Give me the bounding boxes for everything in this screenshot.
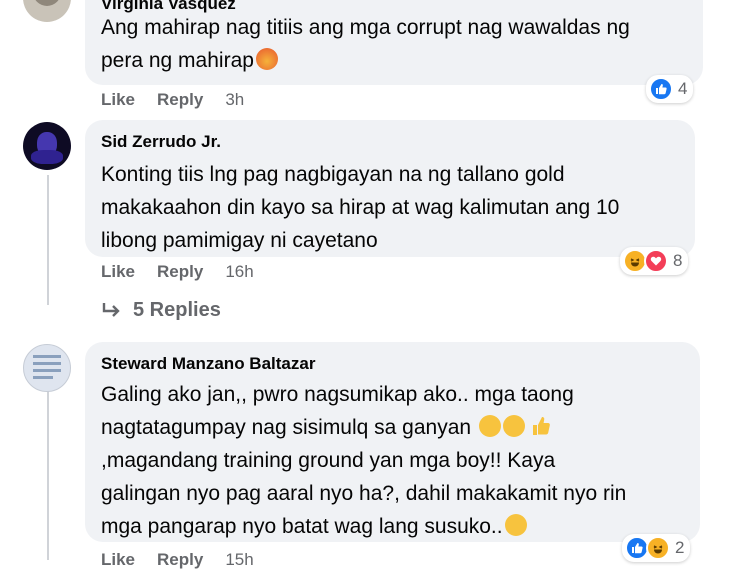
- comment-line: Konting tiis lng pag nagbigayan na ng ta…: [101, 163, 565, 186]
- smiling-face-icon: [502, 415, 525, 437]
- love-reaction-icon: [644, 249, 668, 273]
- smiling-face-icon: [504, 514, 527, 536]
- comment-actions: Like Reply 3h: [101, 90, 266, 110]
- avatar[interactable]: [23, 344, 71, 392]
- reply-button[interactable]: Reply: [157, 550, 203, 569]
- comment-text: Ang mahirap nag titiis ang mga corrupt n…: [101, 11, 701, 77]
- comment-line: Ang mahirap nag titiis ang mga corrupt n…: [101, 16, 630, 39]
- timestamp[interactable]: 16h: [225, 262, 253, 281]
- comment-line: libong pamimigay ni cayetano: [101, 229, 378, 252]
- like-button[interactable]: Like: [101, 550, 135, 569]
- timestamp[interactable]: 15h: [225, 550, 253, 569]
- reaction-count: 4: [678, 79, 688, 98]
- comment-actions: Like Reply 16h: [101, 262, 276, 282]
- view-replies-link[interactable]: 5 Replies: [101, 299, 221, 322]
- comment-line: Galing ako jan,, pwro nagsumikap ako.. m…: [101, 383, 574, 406]
- comment-text: Konting tiis lng pag nagbigayan na ng ta…: [101, 158, 691, 257]
- comment-line: mga pangarap nyo batat wag lang susuko..: [101, 510, 696, 543]
- comment-line: nagtatagumpay nag sisimulq sa ganyan: [101, 411, 696, 444]
- avatar[interactable]: [23, 122, 71, 170]
- reaction-summary[interactable]: 8: [620, 247, 689, 275]
- thread-line: [47, 390, 49, 560]
- reaction-count: 8: [673, 251, 683, 270]
- comment-line: galingan nyo pag aaral nyo ha?, dahil ma…: [101, 482, 627, 505]
- reply-arrow-icon: [102, 302, 120, 317]
- comment-bubble: Steward Manzano Baltazar Galing ako jan,…: [85, 342, 700, 542]
- comment-line: makakaahon din kayo sa hirap at wag kali…: [101, 196, 620, 219]
- thumbs-up-icon: [532, 417, 550, 435]
- like-button[interactable]: Like: [101, 90, 135, 109]
- comment-author[interactable]: Steward Manzano Baltazar: [101, 354, 315, 374]
- comment-bubble: Virginia Vasquez Ang mahirap nag titiis …: [85, 0, 703, 85]
- thread-line: [47, 175, 49, 305]
- like-reaction-icon: [649, 77, 673, 101]
- like-button[interactable]: Like: [101, 262, 135, 281]
- comment-line: pera ng mahirap: [101, 44, 701, 77]
- comment-author[interactable]: Sid Zerrudo Jr.: [101, 132, 221, 152]
- comment-actions: Like Reply 15h: [101, 550, 276, 570]
- timestamp[interactable]: 3h: [225, 90, 244, 109]
- reaction-count: 2: [675, 538, 685, 557]
- angry-face-icon: [255, 48, 278, 70]
- comment-bubble: Sid Zerrudo Jr. Konting tiis lng pag nag…: [85, 120, 695, 257]
- reply-button[interactable]: Reply: [157, 90, 203, 109]
- avatar[interactable]: [23, 0, 71, 22]
- comment-text: Galing ako jan,, pwro nagsumikap ako.. m…: [101, 378, 696, 543]
- comment-line: ,magandang training ground yan mga boy!!…: [101, 449, 556, 472]
- reply-button[interactable]: Reply: [157, 262, 203, 281]
- reaction-summary[interactable]: 2: [622, 534, 691, 562]
- smiling-face-icon: [478, 415, 501, 437]
- reaction-summary[interactable]: 4: [646, 75, 694, 103]
- haha-reaction-icon: [646, 536, 670, 560]
- replies-label[interactable]: 5 Replies: [133, 299, 221, 322]
